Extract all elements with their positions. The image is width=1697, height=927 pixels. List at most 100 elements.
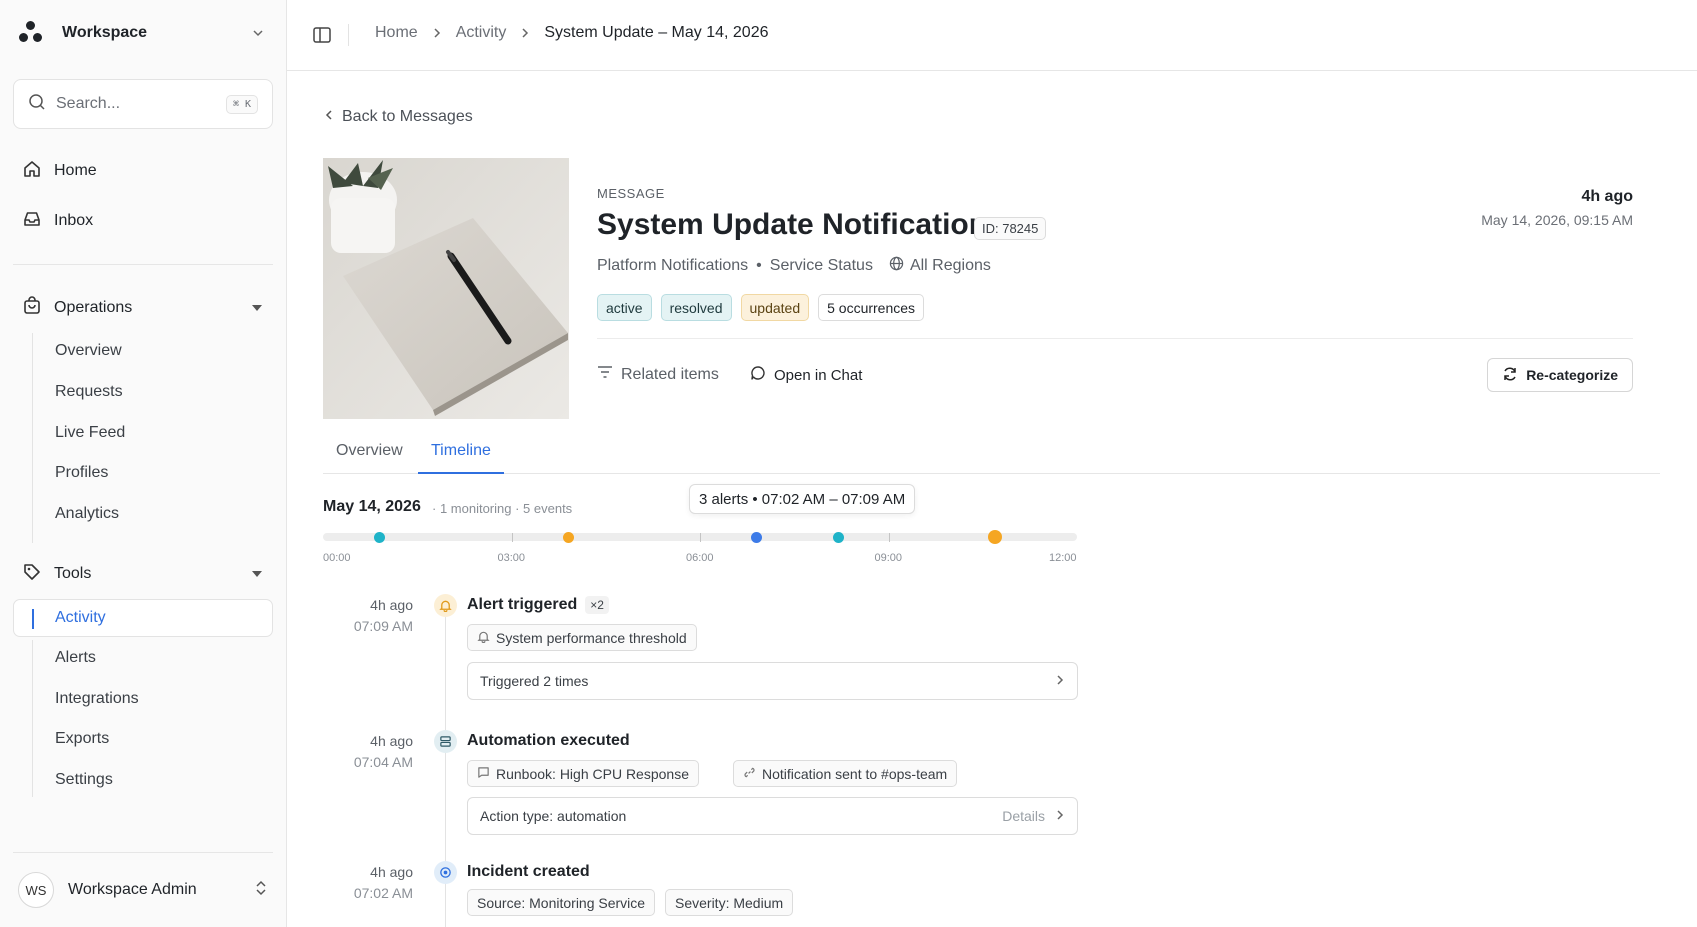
timeline-marker[interactable] xyxy=(562,531,574,543)
search-icon xyxy=(28,93,46,115)
sidebar-toggle-icon[interactable] xyxy=(312,25,332,45)
event-time-relative: 4h ago xyxy=(370,864,413,880)
bell-icon xyxy=(477,630,490,646)
topbar-separator xyxy=(348,24,349,46)
timeline-tick-label: 00:00 xyxy=(323,552,351,564)
sidebar-item-label: Home xyxy=(54,162,97,179)
link-icon xyxy=(743,766,756,782)
timeline-tick-label: 12:00 xyxy=(1049,552,1077,564)
bell-icon xyxy=(434,594,457,617)
related-items-button[interactable]: Related items xyxy=(597,365,719,384)
event-title: Alert triggered ×2 xyxy=(467,596,609,614)
sidebar-item-exports[interactable]: Exports xyxy=(55,726,109,752)
sidebar-item-inbox[interactable]: Inbox xyxy=(22,207,93,235)
message-id-badge: ID: 78245 xyxy=(974,217,1047,240)
globe-icon xyxy=(889,256,904,276)
sidebar-item-requests[interactable]: Requests xyxy=(55,379,123,405)
sidebar-subtree-line xyxy=(32,333,33,543)
event-detail-text: Action type: automation xyxy=(480,808,627,824)
sidebar-item-analytics[interactable]: Analytics xyxy=(55,501,119,527)
open-in-chat-button[interactable]: Open in Chat xyxy=(750,365,862,385)
event-detail-text: Triggered 2 times xyxy=(480,673,589,689)
tag-icon xyxy=(22,562,42,587)
breadcrumb-current: System Update – May 14, 2026 xyxy=(544,24,769,41)
search-input[interactable]: Search... ⌘ K xyxy=(13,79,273,129)
caret-down-icon[interactable] xyxy=(252,305,262,311)
chevron-left-icon xyxy=(324,108,334,126)
search-shortcut: ⌘ K xyxy=(225,94,258,114)
timeline-marker[interactable] xyxy=(751,531,763,543)
event-detail-row[interactable]: Triggered 2 times xyxy=(467,662,1078,700)
event-chip[interactable]: Source: Monitoring Service xyxy=(467,889,656,916)
timeline-tick-mark xyxy=(888,533,890,542)
event-time-absolute: 07:09 AM xyxy=(353,618,413,634)
timeline-tick-label: 03:00 xyxy=(497,552,526,564)
event-time-absolute: 07:02 AM xyxy=(353,885,413,901)
event-chip[interactable]: Notification sent to #ops-team xyxy=(733,760,958,787)
search-placeholder: Search... xyxy=(56,95,121,112)
workspace-switcher[interactable]: Workspace xyxy=(18,14,268,52)
tab-overview[interactable]: Overview xyxy=(323,442,416,474)
event-time-relative: 4h ago xyxy=(370,597,413,613)
event-chip-label: Runbook: High CPU Response xyxy=(496,765,689,782)
sidebar-item-home[interactable]: Home xyxy=(22,157,97,185)
status-badge: active xyxy=(597,294,652,321)
timeline-marker[interactable] xyxy=(374,531,386,543)
event-chip-label: Severity: Medium xyxy=(675,894,784,911)
timeline-summary: · 1 monitoring · 5 events xyxy=(432,501,573,516)
message-title: System Update Notification xyxy=(597,208,988,241)
sidebar-divider xyxy=(13,264,273,265)
recategorize-button[interactable]: Re-categorize xyxy=(1487,358,1633,392)
back-link-label: Back to Messages xyxy=(342,108,473,125)
event-time-absolute: 07:04 AM xyxy=(353,754,413,770)
sidebar-item-label: Inbox xyxy=(54,212,94,229)
sidebar-item-settings[interactable]: Settings xyxy=(55,767,113,793)
message-meta: Platform Notifications • Service Status … xyxy=(597,256,991,276)
sidebar-item-overview[interactable]: Overview xyxy=(55,338,122,364)
timeline-tick-mark xyxy=(700,533,701,542)
inbox-icon xyxy=(22,209,42,234)
sidebar-item-integrations[interactable]: Integrations xyxy=(55,686,139,712)
user-menu[interactable]: WS Workspace Admin xyxy=(18,871,268,909)
main-content: Home Activity System Update – May 14, 20… xyxy=(287,0,1697,927)
message-time-relative: 4h ago xyxy=(1581,188,1633,205)
user-name: Workspace Admin xyxy=(68,881,197,898)
timeline-tick-label: 09:00 xyxy=(874,552,903,564)
message-category[interactable]: Service Status xyxy=(770,257,873,275)
sidebar-item-alerts[interactable]: Alerts xyxy=(55,645,96,671)
open-in-chat-label: Open in Chat xyxy=(774,366,863,384)
sidebar-group-operations[interactable]: Operations xyxy=(22,294,262,322)
breadcrumb: Home Activity System Update – May 14, 20… xyxy=(375,24,768,42)
topbar: Home Activity System Update – May 14, 20… xyxy=(287,0,1697,71)
event-title-text: Automation executed xyxy=(467,732,630,749)
message-region[interactable]: All Regions xyxy=(910,257,991,275)
details-link[interactable]: Details xyxy=(1002,808,1045,824)
sidebar-item-activity[interactable]: Activity xyxy=(13,599,273,637)
event-chip[interactable]: Severity: Medium xyxy=(665,889,794,916)
message-source[interactable]: Platform Notifications xyxy=(597,257,748,275)
occurrences-badge: 5 occurrences xyxy=(818,294,925,321)
chat-bubble-icon xyxy=(477,766,490,782)
timeline-date: May 14, 2026 xyxy=(323,498,421,515)
timeline-marker[interactable] xyxy=(832,531,844,543)
chevron-right-icon xyxy=(1055,673,1065,689)
caret-down-icon[interactable] xyxy=(252,571,262,577)
status-badge: resolved xyxy=(660,294,732,321)
tab-timeline[interactable]: Timeline xyxy=(418,442,504,474)
event-title: Incident created xyxy=(467,863,590,881)
event-chip-label: Notification sent to #ops-team xyxy=(762,765,948,782)
event-title: Automation executed xyxy=(467,732,630,750)
chevron-down-icon[interactable] xyxy=(248,23,268,43)
timeline-marker[interactable] xyxy=(988,530,1003,544)
back-link[interactable]: Back to Messages xyxy=(324,108,473,126)
sidebar-group-tools[interactable]: Tools xyxy=(22,560,262,588)
sidebar-item-profiles[interactable]: Profiles xyxy=(55,460,108,486)
event-detail-row[interactable]: Action type: automation Details xyxy=(467,797,1078,835)
event-chip[interactable]: System performance threshold xyxy=(467,624,697,651)
sidebar-item-live-feed[interactable]: Live Feed xyxy=(55,420,125,446)
breadcrumb-activity[interactable]: Activity xyxy=(456,24,507,42)
timeline-tooltip: 3 alerts • 07:02 AM – 07:09 AM xyxy=(689,484,916,514)
event-chip[interactable]: Runbook: High CPU Response xyxy=(467,760,699,787)
chevron-up-down-icon[interactable] xyxy=(254,879,268,901)
breadcrumb-home[interactable]: Home xyxy=(375,24,418,42)
